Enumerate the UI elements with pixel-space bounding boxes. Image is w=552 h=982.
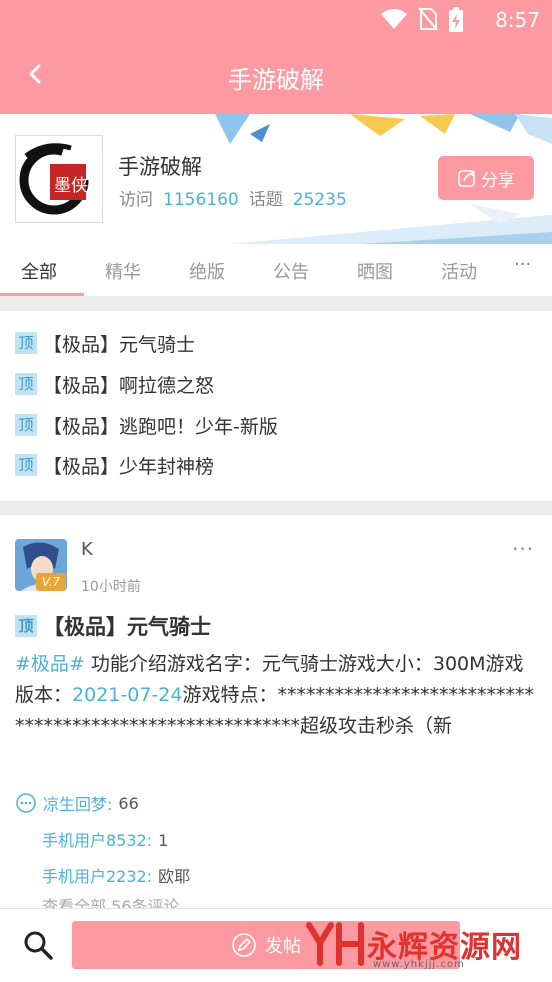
- comment-author[interactable]: 凉生回梦:: [43, 791, 112, 815]
- comment-text: 66: [118, 793, 139, 813]
- pinned-item-title: 【极品】少年封神榜: [43, 455, 215, 478]
- tab-featured[interactable]: 精华: [105, 258, 141, 284]
- comment-row[interactable]: 手机用户8532: 1: [42, 827, 168, 851]
- edit-icon: [232, 933, 256, 957]
- wifi-icon: [381, 9, 407, 29]
- visits-count: 1156160: [163, 190, 239, 210]
- post-body: #极品# 功能介绍游戏名字：元气骑士游戏大小：300M游戏版本：2021-07-…: [15, 649, 540, 742]
- new-post-label: 发帖: [265, 936, 301, 957]
- tab-all[interactable]: 全部: [21, 258, 57, 284]
- tab-rare[interactable]: 绝版: [189, 258, 225, 284]
- page-title: 手游破解: [228, 66, 324, 94]
- pin-badge: 顶: [15, 373, 37, 395]
- status-icons: [380, 7, 464, 33]
- tab-photos[interactable]: 晒图: [357, 258, 393, 284]
- tab-events[interactable]: 活动: [441, 258, 477, 284]
- pinned-item[interactable]: 顶 【极品】元气骑士: [15, 329, 195, 357]
- comment-row[interactable]: 凉生回梦: 66: [15, 791, 139, 815]
- pin-badge: 顶: [15, 454, 37, 476]
- status-bar: 8:57: [0, 0, 552, 40]
- watermark-url: www.yhkjjj.com: [373, 959, 465, 970]
- post-time: 10小时前: [81, 579, 141, 595]
- title-bar: 手游破解: [0, 40, 552, 114]
- post-more-button[interactable]: ···: [512, 537, 534, 561]
- pin-badge: 顶: [15, 414, 37, 436]
- post-title-text: 【极品】元气骑士: [43, 615, 211, 639]
- pinned-item-title: 【极品】啊拉德之怒: [43, 374, 215, 397]
- forum-logo: 墨侠: [15, 135, 103, 223]
- share-label: 分享: [481, 170, 515, 191]
- pinned-item[interactable]: 顶 【极品】啊拉德之怒: [15, 370, 214, 398]
- search-icon: [24, 931, 53, 960]
- watermark-yh-icon: [306, 922, 364, 966]
- comment-author[interactable]: 手机用户2232:: [42, 867, 152, 886]
- bottom-bar: 发帖 永辉资源网 www.yhkjjj.com: [0, 908, 552, 982]
- watermark-logo: 永辉资源网 www.yhkjjj.com: [305, 919, 522, 970]
- status-time: 8:57: [495, 8, 540, 32]
- tab-bar: 全部 精华 绝版 公告 晒图 活动 ···: [0, 244, 552, 297]
- comment-text: 欧耶: [158, 867, 191, 886]
- pin-badge: 顶: [15, 332, 37, 354]
- level-badge: V.7: [36, 573, 66, 591]
- forum-stats: 访问 1156160 话题 25235: [119, 185, 357, 210]
- section-divider: [0, 297, 552, 311]
- pinned-item[interactable]: 顶 【极品】逃跑吧！少年-新版: [15, 411, 278, 439]
- battery-charging-icon: [449, 7, 463, 32]
- topics-count: 25235: [292, 190, 347, 210]
- comment-author[interactable]: 手机用户8532:: [42, 831, 152, 850]
- post-title[interactable]: 顶 【极品】元气骑士: [15, 611, 211, 641]
- search-button[interactable]: [22, 929, 54, 965]
- pinned-item-title: 【极品】逃跑吧！少年-新版: [43, 415, 278, 438]
- post-date-link[interactable]: 2021-07-24: [72, 684, 182, 706]
- pinned-item-title: 【极品】元气骑士: [43, 333, 196, 356]
- active-tab-indicator: [0, 293, 84, 296]
- comment-bubble-icon: [16, 793, 36, 813]
- share-button[interactable]: 分享: [438, 156, 534, 200]
- forum-name: 手游破解: [118, 155, 202, 179]
- topics-label: 话题: [248, 190, 283, 210]
- forum-header: 墨侠 手游破解 访问 1156160 话题 25235 分享: [0, 114, 552, 244]
- tab-announcement[interactable]: 公告: [273, 258, 309, 284]
- comment-text: 1: [158, 831, 169, 850]
- section-divider: [0, 501, 552, 515]
- post-tag[interactable]: #极品#: [15, 653, 85, 675]
- no-sim-icon: [418, 7, 438, 31]
- comment-row[interactable]: 手机用户2232: 欧耶: [42, 863, 190, 887]
- pinned-item[interactable]: 顶 【极品】少年封神榜: [15, 451, 214, 479]
- visits-label: 访问: [119, 190, 153, 210]
- post-card[interactable]: V.7 K 10小时前 ··· 顶 【极品】元气骑士 #极品# 功能介绍游戏名字…: [0, 515, 552, 910]
- tabs-more-button[interactable]: ···: [514, 254, 531, 275]
- pinned-list: 顶 【极品】元气骑士 顶 【极品】啊拉德之怒 顶 【极品】逃跑吧！少年-新版 顶…: [0, 311, 552, 501]
- forum-logo-image: 墨侠: [19, 143, 89, 215]
- pin-badge: 顶: [15, 615, 37, 637]
- share-icon: [458, 170, 476, 187]
- svg-text:墨侠: 墨侠: [54, 176, 88, 196]
- post-author[interactable]: K: [81, 539, 93, 560]
